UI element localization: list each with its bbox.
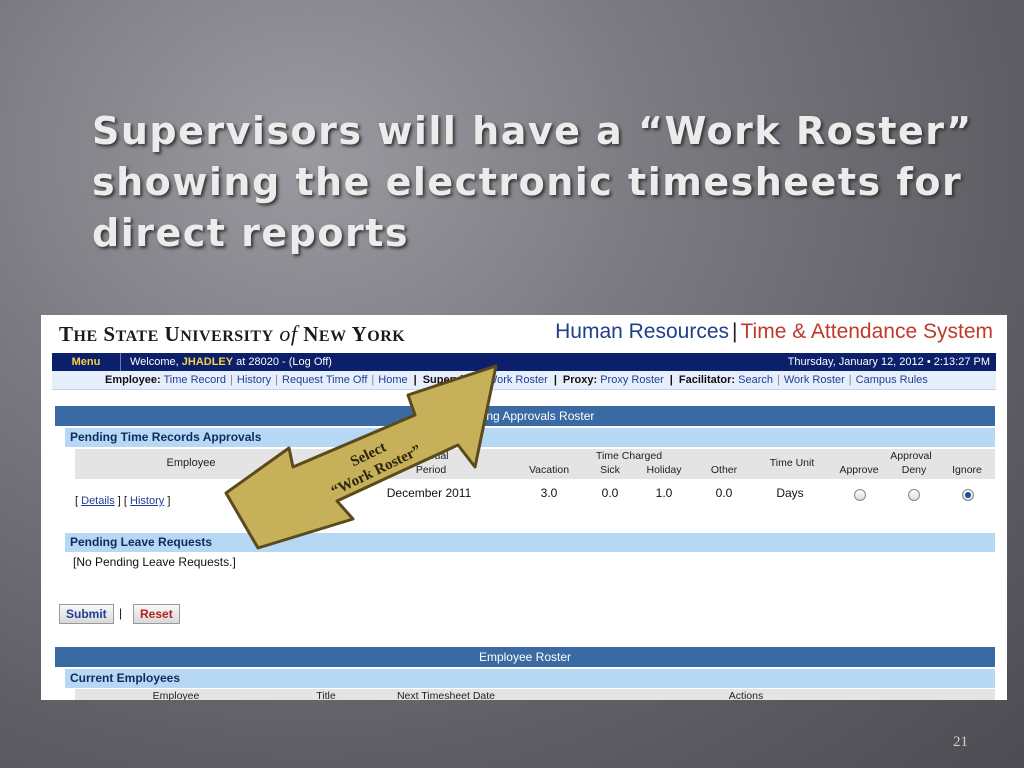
col-deny: Deny [901, 464, 927, 476]
logo-text: of [279, 321, 298, 346]
employee-nav-label: Employee: [105, 374, 161, 386]
logo-text: NIVERSITY [180, 328, 274, 345]
nav-proxy-roster-link[interactable]: Proxy Roster [600, 374, 664, 386]
welcome-prefix: Welcome, [130, 356, 182, 368]
history-link[interactable]: History [130, 495, 164, 507]
nav-campus-rules-link[interactable]: Campus Rules [856, 374, 928, 386]
row-other: 0.0 [715, 486, 733, 500]
menu-bar: Menu Welcome, JHADLEY at 28020 - (Log Of… [52, 353, 996, 371]
logo-text: Y [351, 322, 368, 346]
logo-text: N [303, 322, 319, 346]
col-employee: Employee [166, 457, 216, 469]
current-employees-title: Current Employees [65, 669, 995, 688]
emp-col-employee: Employee [152, 690, 200, 700]
username: JHADLEY [181, 356, 234, 368]
row-links: [ Details ] [ History ] [75, 495, 171, 507]
pending-roster-header: Pending Approvals Roster [55, 406, 995, 426]
row-time-unit: Days [776, 486, 804, 500]
approve-radio[interactable] [854, 489, 866, 501]
submit-button[interactable]: Submit [59, 604, 114, 624]
slide-title-line-1: Supervisors will have a “Work Roster” [92, 109, 973, 153]
slide-title-line-3: direct reports [92, 211, 410, 255]
logo-text: S [103, 322, 116, 346]
tas-title: Time & Attendance System [740, 320, 993, 343]
employee-roster-header: Employee Roster [55, 647, 995, 667]
nav-history-link[interactable]: History [237, 374, 271, 386]
slide-title: Supervisors will have a “Work Roster” sh… [92, 106, 973, 259]
logo-text: U [164, 322, 181, 346]
page-number: 21 [953, 734, 968, 750]
menu-button[interactable]: Menu [52, 353, 121, 371]
slide-title-line-2: showing the electronic timesheets for [92, 160, 963, 204]
welcome-text: Welcome, JHADLEY at 28020 - (Log Off) [130, 353, 332, 371]
row-period: December 2011 [386, 486, 472, 500]
emp-col-title: Title [316, 690, 336, 700]
screenshot-panel: THE STATE UNIVERSITY of NEW YORK Human R… [41, 315, 1007, 700]
location-logoff-link[interactable]: at 28020 - (Log Off) [233, 356, 332, 368]
deny-radio[interactable] [908, 489, 920, 501]
title-divider: | [732, 320, 738, 343]
nav-row: Employee: Time Record | History | Request Ti… [52, 371, 996, 390]
emp-col-next-date: Next Timesheet Date [396, 690, 496, 700]
col-approval: Approval [890, 450, 932, 462]
datetime: Thursday, January 12, 2012 • 2:13:27 PM [787, 356, 990, 368]
ignore-radio[interactable] [962, 489, 974, 501]
nav-work-roster-link[interactable]: Work Roster [487, 374, 548, 386]
col-approve: Approve [839, 464, 879, 476]
col-other: Other [710, 464, 738, 476]
col-period: Period [415, 464, 447, 476]
button-divider: | [119, 606, 123, 620]
logo-text: HE [73, 328, 98, 345]
facilitator-nav-label: Facilitator: [678, 374, 736, 386]
pending-time-records-title: Pending Time Records Approvals [65, 428, 995, 447]
row-holiday: 1.0 [655, 486, 673, 500]
nav-request-time-off-link[interactable]: Request Time Off [282, 374, 367, 386]
logo-text: ORK [367, 328, 406, 345]
col-time-unit: Time Unit [769, 457, 815, 469]
emp-col-actions: Actions [728, 690, 764, 700]
col-holiday: Holiday [646, 464, 682, 476]
hr-title: Human Resources [555, 320, 730, 343]
supervisor-nav-label: Supervisor: [422, 374, 484, 386]
col-time-charged: Time Charged [595, 450, 663, 462]
pending-leave-title: Pending Leave Requests [65, 533, 995, 552]
nav-search-link[interactable]: Search [738, 374, 773, 386]
nav-time-record-link[interactable]: Time Record [164, 374, 227, 386]
system-title: Human Resources | Time & Attendance System [555, 320, 993, 344]
reset-button[interactable]: Reset [133, 604, 180, 624]
logo-text: TATE [115, 328, 159, 345]
col-vacation: Vacation [528, 464, 570, 476]
logo-text: T [59, 322, 74, 346]
no-leave-requests: [No Pending Leave Requests.] [73, 555, 236, 569]
proxy-nav-label: Proxy: [562, 374, 598, 386]
col-sick: Sick [600, 464, 620, 476]
col-accrual: Accrual [413, 450, 449, 462]
suny-logo: THE STATE UNIVERSITY of NEW YORK [59, 321, 405, 347]
details-link[interactable]: Details [81, 495, 115, 507]
nav-home-link[interactable]: Home [378, 374, 407, 386]
nav-facilitator-work-roster-link[interactable]: Work Roster [784, 374, 845, 386]
col-ignore: Ignore [952, 464, 982, 476]
row-sick: 0.0 [601, 486, 619, 500]
row-vacation: 3.0 [540, 486, 558, 500]
logo-text: EW [318, 328, 347, 345]
